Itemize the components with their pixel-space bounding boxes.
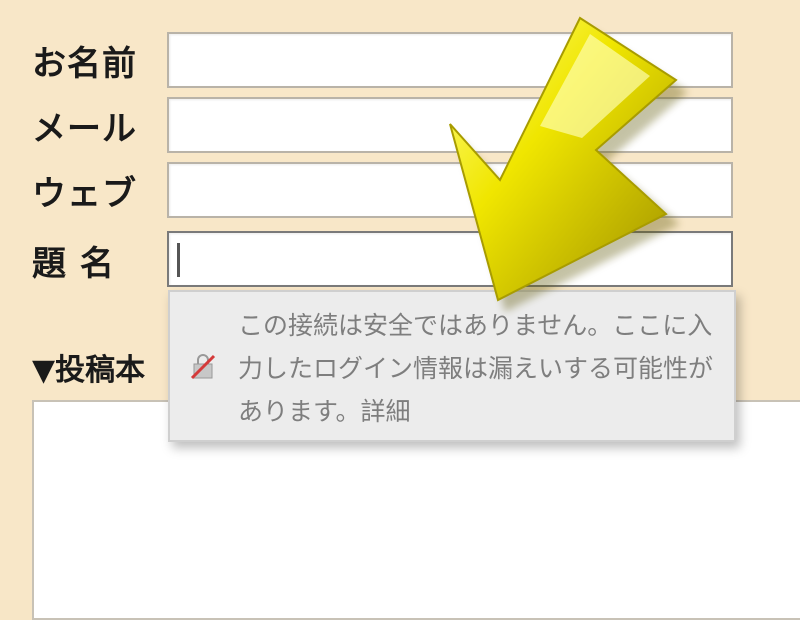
body-section-label: ▼投稿本: [32, 353, 146, 388]
web-label: ウェブ: [32, 174, 137, 214]
insecure-connection-popup: この接続は安全ではありません。ここに入力したログイン情報は漏えいする可能性があり…: [168, 290, 736, 442]
subject-label: 題 名: [32, 244, 115, 284]
broken-lock-icon: [190, 354, 216, 380]
text-caret: [177, 243, 180, 277]
web-field[interactable]: [167, 162, 733, 218]
mail-label: メール: [32, 109, 137, 149]
name-field[interactable]: [167, 32, 733, 88]
popup-message: この接続は安全ではありません。ここに入力したログイン情報は漏えいする可能性があり…: [238, 311, 714, 426]
name-label: お名前: [32, 44, 137, 84]
mail-field[interactable]: [167, 97, 733, 153]
subject-field[interactable]: [167, 231, 733, 287]
comment-form: お名前 メール ウェブ 題 名 ▼投稿本 この接続は安全ではありません。ここに入…: [0, 0, 800, 620]
